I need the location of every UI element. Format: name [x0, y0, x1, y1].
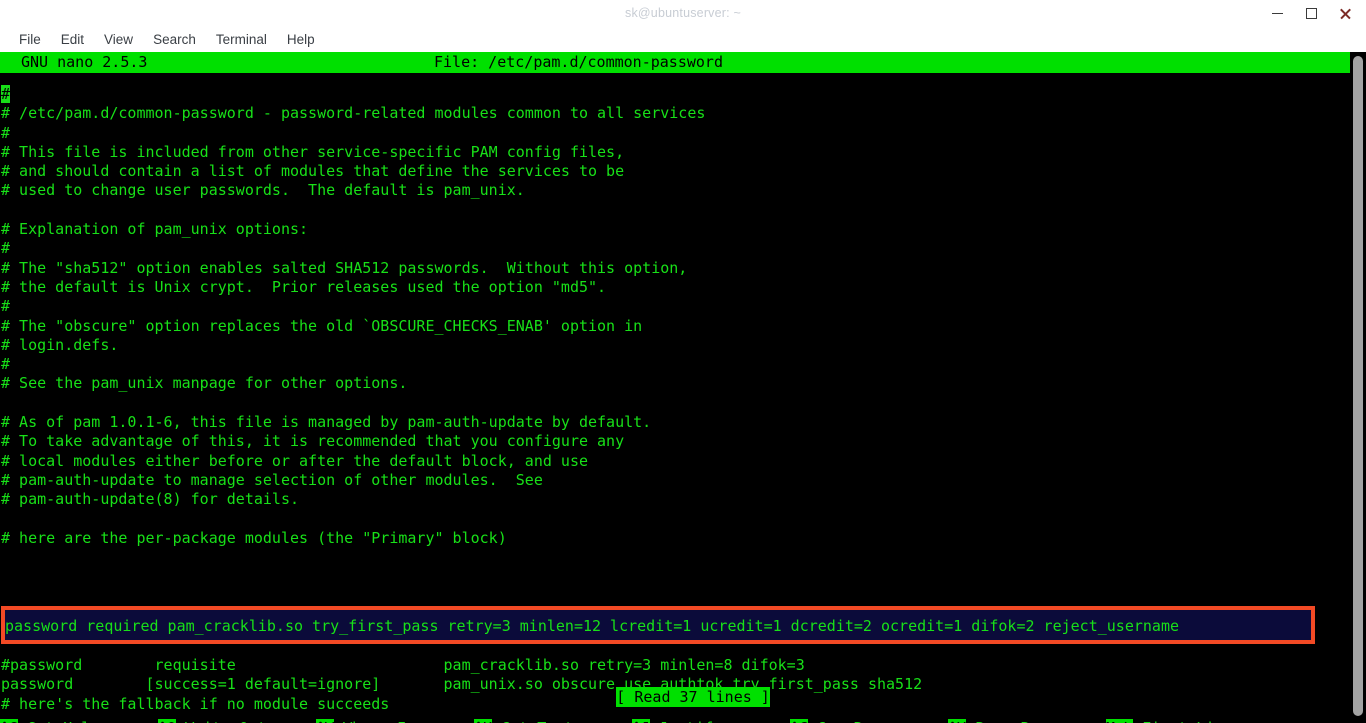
shortcut-label: Prev Page — [966, 719, 1056, 723]
editor-line: # To take advantage of this, it is recom… — [1, 432, 625, 451]
editor-line: # — [1, 297, 11, 316]
menu-item-file[interactable]: File — [9, 30, 51, 49]
highlighted-config-line: password required pam_cracklib.so try_fi… — [5, 617, 1179, 635]
editor-line: # pam-auth-update(8) for details. — [1, 490, 300, 509]
menu-bar: File Edit View Search Terminal Help — [0, 26, 1366, 52]
shortcut-justify[interactable]: ^J Justify — [632, 718, 722, 723]
window-scrollbar[interactable] — [1350, 52, 1366, 723]
shortcut-get-help[interactable]: ^G Get Help — [0, 718, 99, 723]
maximize-icon — [1305, 7, 1317, 19]
shortcut-where-is[interactable]: ^W Where Is — [316, 718, 415, 723]
editor-line: # — [1, 355, 11, 374]
shortcut-key: ^W — [316, 718, 335, 723]
shortcut-label: Get Help — [18, 719, 99, 723]
editor-line: # — [1, 123, 11, 142]
menu-item-terminal[interactable]: Terminal — [206, 30, 277, 49]
shortcut-row-1: ^G Get Help ^O Write Out ^W Where Is ^K Cut… — [0, 718, 1350, 723]
editor-line: # — [0, 85, 1350, 104]
shortcut-key: ^K — [474, 718, 493, 723]
menu-item-edit[interactable]: Edit — [51, 30, 94, 49]
shortcut-write-out[interactable]: ^O Write Out — [158, 718, 266, 723]
nano-file-label: File: /etc/pam.d/common-password — [434, 53, 723, 71]
editor-line: # the default is Unix crypt. Prior relea… — [1, 277, 607, 296]
editor-line: # See the pam_unix manpage for other opt… — [1, 374, 408, 393]
shortcut-label: Cur Pos — [808, 719, 880, 723]
editor-line: # The "obscure" option replaces the old … — [1, 316, 643, 335]
close-icon — [1339, 7, 1352, 20]
editor-line: # — [1, 239, 11, 258]
shortcut-cut-text[interactable]: ^K Cut Text — [474, 718, 573, 723]
nano-header-bar: GNU nano 2.5.3 File: /etc/pam.d/common-p… — [0, 52, 1350, 73]
terminal-window[interactable]: GNU nano 2.5.3 File: /etc/pam.d/common-p… — [0, 52, 1366, 723]
minimize-icon — [1271, 12, 1283, 14]
shortcut-label: First Line — [1133, 719, 1232, 723]
close-button[interactable] — [1328, 0, 1362, 26]
window-titlebar: sk@ubuntuserver: ~ — [0, 0, 1366, 26]
shortcut-key: ^Y — [948, 718, 967, 723]
editor-line: # and should contain a list of modules t… — [1, 162, 625, 181]
shortcut-key: M-\ — [1106, 718, 1134, 723]
editor-line: # here are the per-package modules (the … — [1, 528, 507, 547]
scrollbar-thumb[interactable] — [1353, 56, 1363, 716]
shortcut-label: Where Is — [334, 719, 415, 723]
editor-line: # This file is included from other servi… — [1, 142, 625, 161]
shortcut-cur-pos[interactable]: ^C Cur Pos — [790, 718, 880, 723]
nano-shortcut-bar: ^G Get Help ^O Write Out ^W Where Is ^K Cut… — [0, 680, 1350, 723]
shortcut-key: ^J — [632, 718, 651, 723]
shortcut-key: ^C — [790, 718, 809, 723]
shortcut-label: Justify — [650, 719, 722, 723]
nano-version-label: GNU nano 2.5.3 — [21, 53, 148, 71]
editor-line: # /etc/pam.d/common-password - password-… — [1, 104, 706, 123]
editor-line: # login.defs. — [1, 335, 119, 354]
shortcut-prev-page[interactable]: ^Y Prev Page — [948, 718, 1056, 723]
text-cursor: # — [1, 85, 11, 103]
minimize-button[interactable] — [1260, 0, 1294, 26]
window-title: sk@ubuntuserver: ~ — [625, 6, 741, 20]
editor-line: # pam-auth-update to manage selection of… — [1, 470, 543, 489]
shortcut-key: ^O — [158, 718, 177, 723]
shortcut-first-line[interactable]: M-\ First Line — [1106, 718, 1232, 723]
maximize-button[interactable] — [1294, 0, 1328, 26]
menu-item-search[interactable]: Search — [143, 30, 206, 49]
window-controls — [1260, 0, 1362, 26]
menu-item-help[interactable]: Help — [277, 30, 325, 49]
shortcut-label: Write Out — [176, 719, 266, 723]
shortcut-key: ^G — [0, 718, 19, 723]
editor-line: # The "sha512" option enables salted SHA… — [1, 258, 688, 277]
menu-item-view[interactable]: View — [94, 30, 143, 49]
nano-editor-area[interactable]: # # /etc/pam.d/common-password - password… — [0, 85, 1350, 548]
editor-line: # As of pam 1.0.1-6, this file is manage… — [1, 413, 652, 432]
editor-line: # local modules either before or after t… — [1, 451, 588, 470]
shortcut-label: Cut Text — [492, 719, 573, 723]
editor-line: # used to change user passwords. The def… — [1, 181, 525, 200]
editor-line: # Explanation of pam_unix options: — [1, 220, 309, 239]
highlighted-config-line-box: password required pam_cracklib.so try_fi… — [1, 606, 1315, 644]
